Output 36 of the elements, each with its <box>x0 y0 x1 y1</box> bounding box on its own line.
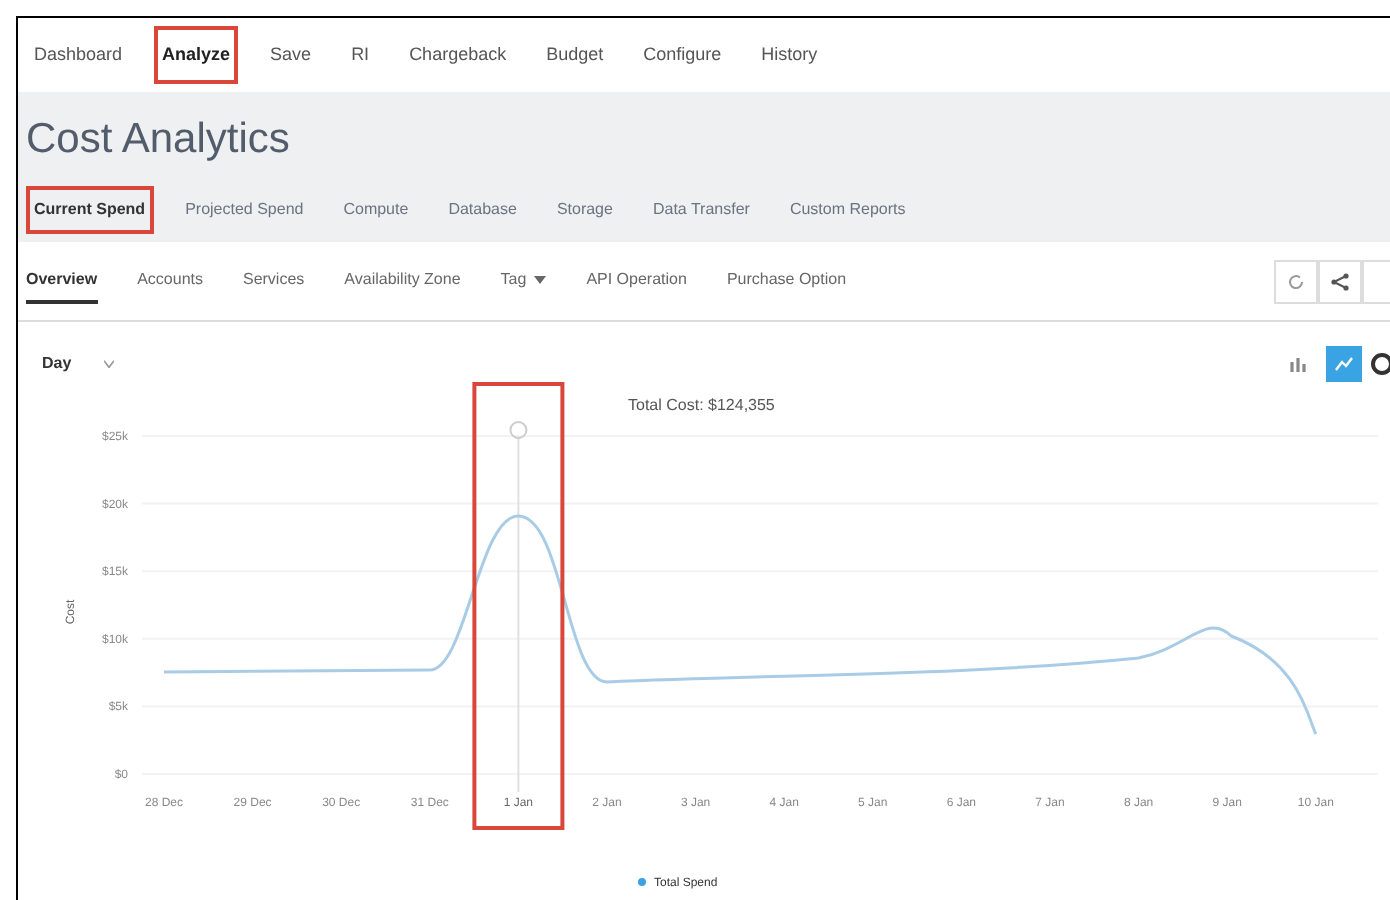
pie-chart-icon <box>1370 352 1390 376</box>
tag-dropdown[interactable]: Tag <box>500 259 547 303</box>
sub-tab[interactable]: Services <box>242 259 305 303</box>
chevron-icon <box>103 360 114 368</box>
caret-icon <box>534 275 547 283</box>
granularity-dropdown[interactable]: Day <box>42 352 114 376</box>
tab[interactable]: Compute <box>335 186 417 234</box>
line-chart-toggle[interactable] <box>1326 346 1362 382</box>
nav-item[interactable]: Analyze <box>154 25 239 85</box>
tab[interactable]: Custom Reports <box>781 186 914 234</box>
sub-tab[interactable]: Overview <box>26 259 98 303</box>
tab[interactable]: Data Transfer <box>644 186 758 234</box>
tooltip-total: Total Cost: $124,355 <box>628 396 775 414</box>
sub-tab[interactable]: Availability Zone <box>344 259 461 303</box>
share-icon <box>1330 271 1350 291</box>
share-button[interactable] <box>1318 259 1362 303</box>
nav-item[interactable]: Save <box>262 25 320 85</box>
sub-tab[interactable]: Purchase Option <box>726 259 847 303</box>
tab[interactable]: Current Spend <box>26 186 154 234</box>
sub-tab[interactable]: Accounts <box>137 259 203 303</box>
tab[interactable]: Projected Spend <box>177 186 312 234</box>
page-title: Cost Analytics <box>26 114 292 166</box>
hover-marker <box>509 421 528 439</box>
nav-item[interactable]: Configure <box>635 25 730 85</box>
legend-dot <box>638 878 646 886</box>
nav-item[interactable]: Budget <box>538 25 612 85</box>
nav-item[interactable]: History <box>753 25 826 85</box>
tab[interactable]: Database <box>440 186 525 234</box>
nav-item[interactable]: Chargeback <box>401 25 515 85</box>
bar-chart-icon <box>1290 354 1310 374</box>
sub-tab[interactable]: API Operation <box>586 259 687 303</box>
nav-item[interactable]: Dashboard <box>26 25 131 85</box>
tab[interactable]: Storage <box>548 186 621 234</box>
nav-item[interactable]: RI <box>343 25 378 85</box>
refresh-icon <box>1286 271 1306 291</box>
line-chart-icon <box>1334 354 1354 374</box>
